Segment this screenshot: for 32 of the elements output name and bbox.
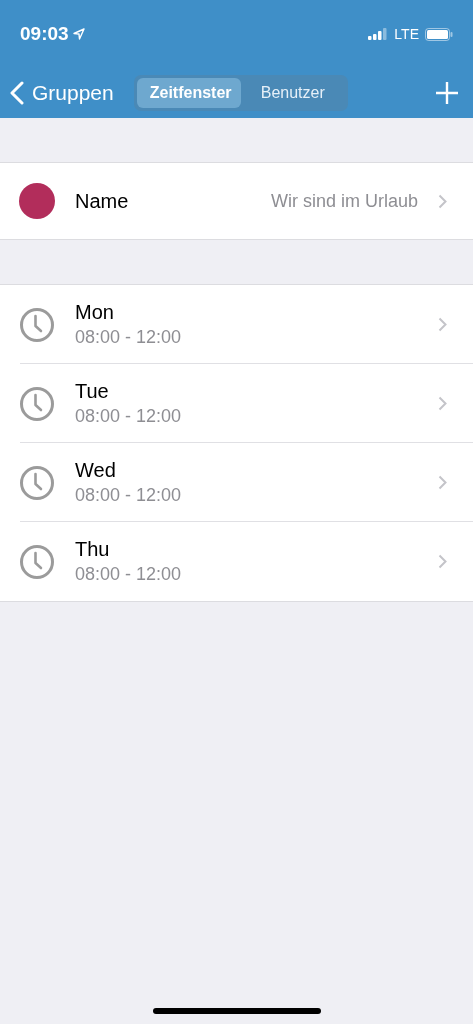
time-window-row[interactable]: Thu 08:00 - 12:00 — [0, 522, 473, 601]
day-label: Wed — [75, 459, 117, 482]
chevron-right-icon — [438, 193, 447, 209]
name-value: Wir sind im Urlaub — [270, 190, 418, 212]
time-window-row[interactable]: Mon 08:00 - 12:00 — [0, 285, 473, 364]
clock-icon — [19, 464, 55, 501]
status-time: 09:03 — [20, 23, 69, 45]
time-range: 08:00 - 12:00 — [75, 327, 183, 348]
clock-icon — [19, 543, 55, 580]
network-label: LTE — [394, 26, 419, 42]
time-window-row[interactable]: Tue 08:00 - 12:00 — [0, 364, 473, 443]
day-label: Thu — [75, 538, 111, 561]
chevron-right-icon — [438, 475, 447, 490]
chevron-right-icon — [438, 554, 447, 569]
day-label: Tue — [75, 380, 110, 403]
name-row[interactable]: Name Wir sind im Urlaub — [0, 163, 473, 239]
clock-icon — [19, 306, 55, 343]
time-range: 08:00 - 12:00 — [75, 406, 183, 427]
clock-icon — [19, 385, 55, 422]
back-button[interactable]: Gruppen — [10, 81, 114, 105]
time-range: 08:00 - 12:00 — [75, 485, 183, 506]
chevron-right-icon — [438, 317, 447, 332]
time-window-row[interactable]: Wed 08:00 - 12:00 — [0, 443, 473, 522]
battery-icon — [425, 27, 453, 41]
chevron-right-icon — [438, 396, 447, 411]
name-label: Name — [75, 189, 129, 213]
location-arrow-icon — [72, 28, 85, 40]
time-range: 08:00 - 12:00 — [75, 564, 183, 585]
day-label: Mon — [75, 301, 115, 324]
chevron-left-icon — [10, 81, 24, 105]
back-label: Gruppen — [32, 81, 114, 105]
signal-icon — [368, 28, 389, 40]
